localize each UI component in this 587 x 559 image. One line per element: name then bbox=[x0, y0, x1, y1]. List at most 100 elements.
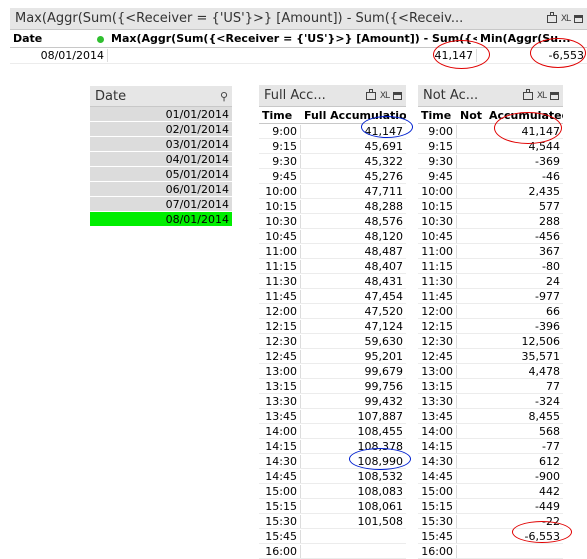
table-row: 11:00 48,487 bbox=[259, 244, 406, 259]
print-icon[interactable] bbox=[546, 11, 557, 23]
table-row: 12:30 12,506 bbox=[418, 334, 563, 349]
list-item[interactable]: 03/01/2014 bbox=[90, 137, 232, 152]
full-table-caption-bar[interactable]: Full Acc... XL bbox=[259, 85, 406, 107]
annotation-circle-red bbox=[512, 521, 572, 543]
header-not[interactable]: Not bbox=[457, 109, 486, 122]
cell-full-accumulation: 47,454 bbox=[364, 289, 404, 303]
cell-time: 9:15 bbox=[418, 139, 457, 153]
list-item-selected[interactable]: 08/01/2014 bbox=[90, 212, 232, 227]
table-row: 11:30 24 bbox=[418, 274, 563, 289]
excel-export-icon[interactable]: XL bbox=[537, 91, 547, 101]
cell-time: 13:45 bbox=[259, 409, 301, 423]
list-item[interactable]: 01/01/2014 bbox=[90, 107, 232, 122]
table-row: 12:15 47,124 bbox=[259, 319, 406, 334]
cell-time: 12:30 bbox=[418, 334, 457, 348]
search-icon[interactable]: ⚲ bbox=[220, 90, 228, 103]
table-row: 10:15 48,288 bbox=[259, 199, 406, 214]
table-row: 15:30 101,508 bbox=[259, 514, 406, 529]
full-table-caption: Full Acc... bbox=[264, 88, 326, 103]
table-row: 15:00 442 bbox=[418, 484, 563, 499]
table-row: 12:30 59,630 bbox=[259, 334, 406, 349]
annotation-circle-blue bbox=[361, 116, 413, 138]
table-row: 10:45 48,120 bbox=[259, 229, 406, 244]
list-item[interactable]: 04/01/2014 bbox=[90, 152, 232, 167]
cell-time: 14:30 bbox=[418, 454, 457, 468]
cell-full-accumulation: 47,711 bbox=[364, 184, 404, 198]
cell-time: 11:15 bbox=[259, 259, 301, 273]
table-row: 13:00 4,478 bbox=[418, 364, 563, 379]
cell-time: 12:00 bbox=[418, 304, 457, 318]
minimize-icon[interactable] bbox=[393, 91, 402, 100]
cell-time: 9:00 bbox=[418, 124, 457, 138]
date-listbox-caption[interactable]: Date ⚲ bbox=[90, 86, 232, 107]
full-accumulation-table: Full Acc... XL Time Full Accumulation 9:… bbox=[259, 85, 406, 559]
cell-date: 08/01/2014 bbox=[10, 49, 108, 62]
table-row: 08/01/2014 41,147 -6,553 bbox=[10, 48, 587, 64]
cell-full-accumulation: 45,691 bbox=[364, 139, 404, 153]
table-row: 12:00 47,520 bbox=[259, 304, 406, 319]
table-row: 15:00 108,083 bbox=[259, 484, 406, 499]
cell-accumulated: 2,435 bbox=[528, 184, 561, 198]
cell-accumulated: -324 bbox=[535, 394, 560, 408]
table-row: 10:30 48,576 bbox=[259, 214, 406, 229]
cell-accumulated: 612 bbox=[539, 454, 560, 468]
cell-time: 11:30 bbox=[418, 274, 457, 288]
excel-export-icon[interactable]: XL bbox=[380, 91, 390, 101]
minimize-icon[interactable] bbox=[550, 91, 559, 100]
cell-time: 15:15 bbox=[259, 499, 301, 513]
cell-max: 41,147 bbox=[108, 49, 477, 62]
table-row: 12:45 95,201 bbox=[259, 349, 406, 364]
cell-time: 13:15 bbox=[259, 379, 301, 393]
table-row: 9:45 45,276 bbox=[259, 169, 406, 184]
cell-full-accumulation: 99,432 bbox=[364, 394, 404, 408]
date-listbox-items: 01/01/2014 02/01/2014 03/01/2014 04/01/2… bbox=[90, 107, 232, 227]
cell-accumulated: 367 bbox=[539, 244, 560, 258]
list-item[interactable]: 02/01/2014 bbox=[90, 122, 232, 137]
cell-time: 12:45 bbox=[418, 349, 457, 363]
cell-time: 10:15 bbox=[418, 199, 457, 213]
annotation-circle-red bbox=[433, 40, 490, 69]
cell-time: 14:45 bbox=[259, 469, 301, 483]
excel-export-icon[interactable]: XL bbox=[561, 14, 571, 24]
table-row: 9:15 45,691 bbox=[259, 139, 406, 154]
cell-time: 12:45 bbox=[259, 349, 301, 363]
header-time[interactable]: Time bbox=[418, 109, 457, 122]
cell-time: 9:45 bbox=[418, 169, 457, 183]
table-row: 14:00 108,455 bbox=[259, 424, 406, 439]
cell-time: 15:30 bbox=[259, 514, 301, 528]
list-item[interactable]: 05/01/2014 bbox=[90, 167, 232, 182]
table-row: 9:30 -369 bbox=[418, 154, 563, 169]
cell-time: 14:15 bbox=[259, 439, 301, 453]
table-row: 13:45 107,887 bbox=[259, 409, 406, 424]
top-table-caption-bar[interactable]: Max(Aggr(Sum({<Receiver = {'US'}>} [Amou… bbox=[10, 8, 587, 30]
cell-time: 12:15 bbox=[259, 319, 301, 333]
table-row: 10:00 47,711 bbox=[259, 184, 406, 199]
cell-time: 13:30 bbox=[259, 394, 301, 408]
cell-time: 12:30 bbox=[259, 334, 301, 348]
cell-time: 10:30 bbox=[418, 214, 457, 228]
table-row: 12:45 35,571 bbox=[418, 349, 563, 364]
print-icon[interactable] bbox=[365, 88, 376, 100]
minimize-icon[interactable] bbox=[574, 14, 583, 23]
table-row: 13:00 99,679 bbox=[259, 364, 406, 379]
cell-accumulated: 77 bbox=[546, 379, 560, 393]
not-table-caption-bar[interactable]: Not Ac... XL bbox=[418, 85, 563, 107]
header-time[interactable]: Time bbox=[259, 109, 301, 122]
cell-time: 10:30 bbox=[259, 214, 301, 228]
cell-time: 10:45 bbox=[418, 229, 457, 243]
cell-full-accumulation: 48,431 bbox=[364, 274, 404, 288]
list-item[interactable]: 06/01/2014 bbox=[90, 182, 232, 197]
list-item[interactable]: 07/01/2014 bbox=[90, 197, 232, 212]
header-max-expr[interactable]: Max(Aggr(Sum({<Receiver = {'US'}>} [Amou… bbox=[108, 32, 477, 45]
print-icon[interactable] bbox=[522, 88, 533, 100]
annotation-circle-blue bbox=[349, 448, 411, 470]
cell-full-accumulation: 95,201 bbox=[364, 349, 404, 363]
cell-accumulated: -449 bbox=[535, 499, 560, 513]
table-row: 15:45 bbox=[259, 529, 406, 544]
cell-time: 9:30 bbox=[259, 154, 301, 168]
cell-accumulated: -900 bbox=[535, 469, 560, 483]
header-date[interactable]: Date bbox=[10, 32, 108, 45]
cell-full-accumulation: 108,083 bbox=[357, 484, 404, 498]
cell-time: 13:15 bbox=[418, 379, 457, 393]
cell-time: 15:00 bbox=[418, 484, 457, 498]
